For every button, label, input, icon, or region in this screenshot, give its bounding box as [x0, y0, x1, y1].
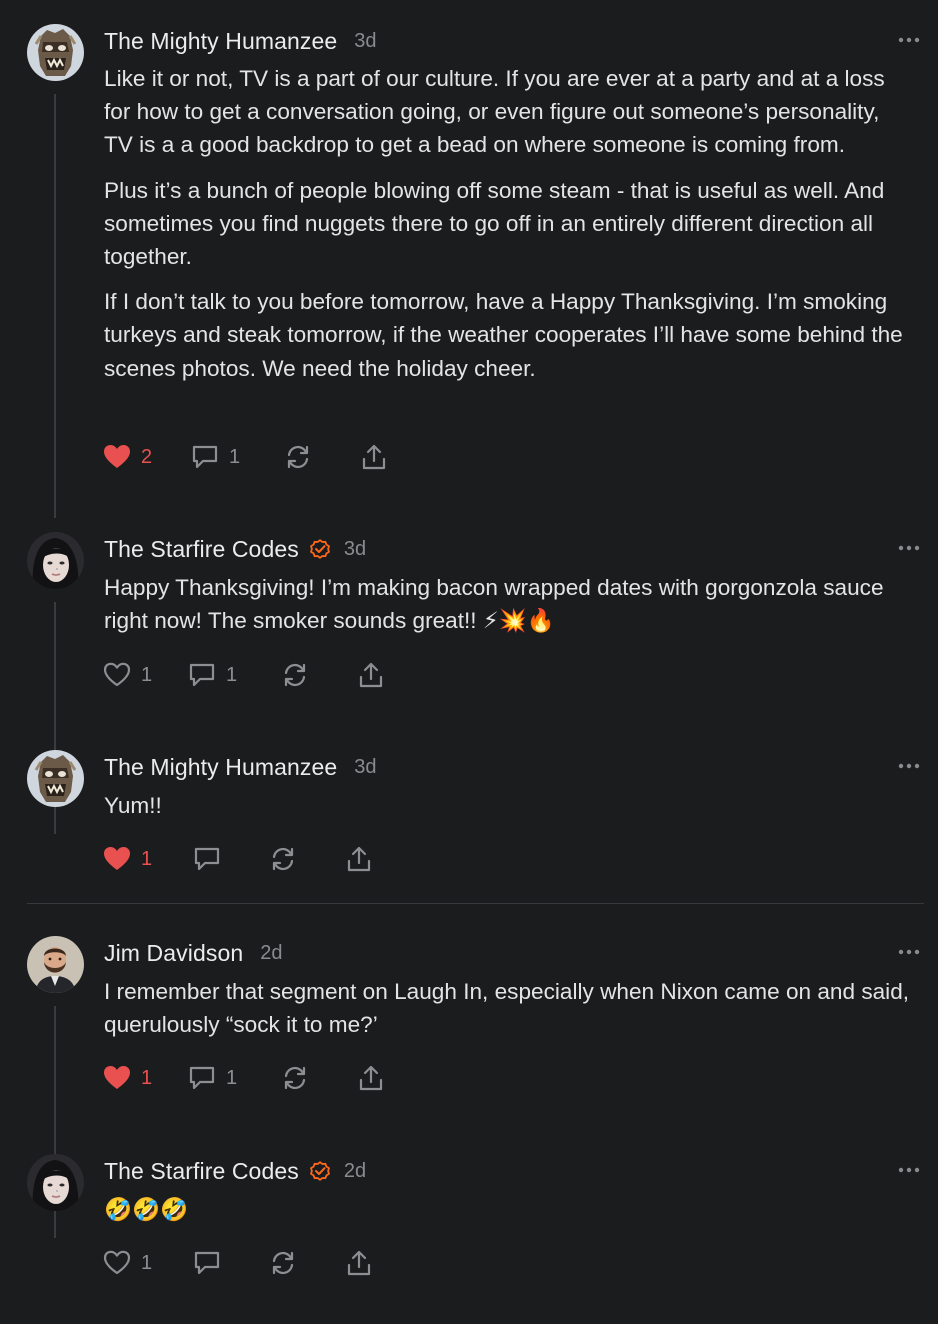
share-button[interactable] — [359, 440, 389, 474]
like-button[interactable]: 1 — [102, 658, 152, 692]
like-count: 1 — [141, 1066, 153, 1089]
thread-line — [54, 94, 56, 518]
restack-button[interactable] — [280, 658, 310, 692]
heart-outline-icon — [103, 1250, 131, 1275]
reply-count: 1 — [226, 663, 238, 686]
bearded-man-avatar — [27, 936, 84, 993]
comment-paragraph: Like it or not, TV is a part of our cult… — [104, 66, 885, 158]
comment-header: The Starfire Codes 3d — [104, 534, 366, 564]
more-options-icon[interactable] — [898, 36, 920, 44]
heart-outline-icon — [103, 662, 131, 687]
comment-thread: The Mighty Humanzee 3d Like it or not, T… — [0, 0, 938, 1324]
verified-check-icon — [309, 1161, 330, 1181]
restack-icon — [284, 1066, 306, 1090]
humanzee-mask-avatar — [27, 750, 84, 807]
comment-body: Like it or not, TV is a part of our cult… — [104, 62, 914, 397]
author-name[interactable]: Jim Davidson — [104, 940, 243, 967]
like-button[interactable]: 1 — [102, 1061, 152, 1095]
timestamp[interactable]: 3d — [354, 756, 376, 779]
timestamp[interactable]: 3d — [344, 538, 366, 561]
share-icon — [347, 1250, 371, 1276]
restack-button[interactable] — [283, 440, 313, 474]
heart-filled-icon — [104, 1066, 130, 1089]
author-name[interactable]: The Mighty Humanzee — [104, 754, 337, 781]
comment-body: 🤣🤣🤣 — [104, 1193, 914, 1238]
timestamp[interactable]: 2d — [260, 942, 282, 965]
comment-body: I remember that segment on Laugh In, esp… — [104, 975, 914, 1053]
comment-paragraph: Yum!! — [104, 793, 162, 818]
reply-button[interactable]: 1 — [187, 658, 237, 692]
like-button[interactable]: 1 — [102, 842, 152, 876]
heart-filled-icon — [104, 847, 130, 870]
reply-count: 1 — [226, 1066, 238, 1089]
avatar[interactable] — [27, 750, 84, 807]
heart-filled-icon — [104, 445, 130, 468]
comment-header: The Starfire Codes 2d — [104, 1156, 366, 1186]
comment-header: The Mighty Humanzee 3d — [104, 752, 377, 782]
avatar[interactable] — [27, 24, 84, 81]
share-button[interactable] — [344, 1246, 374, 1280]
author-name[interactable]: The Starfire Codes — [104, 1158, 299, 1185]
more-options-icon[interactable] — [898, 948, 920, 956]
share-button[interactable] — [356, 658, 386, 692]
timestamp[interactable]: 3d — [354, 30, 376, 53]
reply-button[interactable] — [192, 842, 222, 876]
author-name[interactable]: The Starfire Codes — [104, 536, 299, 563]
author-name[interactable]: The Mighty Humanzee — [104, 28, 337, 55]
avatar[interactable] — [27, 532, 84, 589]
share-button[interactable] — [356, 1061, 386, 1095]
timestamp[interactable]: 2d — [344, 1160, 366, 1183]
comment-paragraph: I remember that segment on Laugh In, esp… — [104, 979, 910, 1038]
more-options-icon[interactable] — [898, 1166, 920, 1174]
restack-icon — [272, 847, 294, 871]
avatar[interactable] — [27, 936, 84, 993]
restack-icon — [287, 445, 309, 469]
more-options-icon[interactable] — [898, 544, 920, 552]
share-button[interactable] — [344, 842, 374, 876]
like-count: 1 — [141, 1251, 153, 1274]
verified-check-icon — [309, 539, 330, 559]
like-button[interactable]: 1 — [102, 1246, 152, 1280]
comment-paragraph: Happy Thanksgiving! I’m making bacon wra… — [104, 575, 884, 634]
like-button[interactable]: 2 — [102, 440, 152, 474]
reply-button[interactable]: 1 — [187, 1061, 237, 1095]
comment-paragraph: If I don’t talk to you before tomorrow, … — [104, 289, 903, 381]
restack-button[interactable] — [280, 1061, 310, 1095]
humanzee-mask-avatar — [27, 24, 84, 81]
restack-icon — [284, 663, 306, 687]
share-icon — [359, 662, 383, 688]
comment-bubble-icon — [189, 663, 215, 687]
share-icon — [359, 1065, 383, 1091]
reply-count: 1 — [229, 445, 241, 468]
share-icon — [362, 444, 386, 470]
comment-paragraph: 🤣🤣🤣 — [104, 1197, 189, 1222]
more-options-icon[interactable] — [898, 762, 920, 770]
comment-body: Happy Thanksgiving! I’m making bacon wra… — [104, 571, 914, 649]
avatar[interactable] — [27, 1154, 84, 1211]
comment-bubble-icon — [192, 445, 218, 469]
like-count: 1 — [141, 663, 153, 686]
thread-divider — [27, 903, 924, 904]
comment-header: Jim Davidson 2d — [104, 938, 283, 968]
reply-button[interactable]: 1 — [190, 440, 240, 474]
comment-body: Yum!! — [104, 789, 914, 834]
restack-icon — [272, 1251, 294, 1275]
comment-header: The Mighty Humanzee 3d — [104, 26, 377, 56]
comment-bubble-icon — [194, 847, 220, 871]
share-icon — [347, 846, 371, 872]
comment-bubble-icon — [194, 1251, 220, 1275]
reply-button[interactable] — [192, 1246, 222, 1280]
starfire-portrait-avatar — [27, 1154, 84, 1211]
comment-bubble-icon — [189, 1066, 215, 1090]
comment-paragraph: Plus it’s a bunch of people blowing off … — [104, 177, 885, 270]
restack-button[interactable] — [268, 1246, 298, 1280]
like-count: 1 — [141, 847, 153, 870]
restack-button[interactable] — [268, 842, 298, 876]
starfire-portrait-avatar — [27, 532, 84, 589]
like-count: 2 — [141, 445, 153, 468]
